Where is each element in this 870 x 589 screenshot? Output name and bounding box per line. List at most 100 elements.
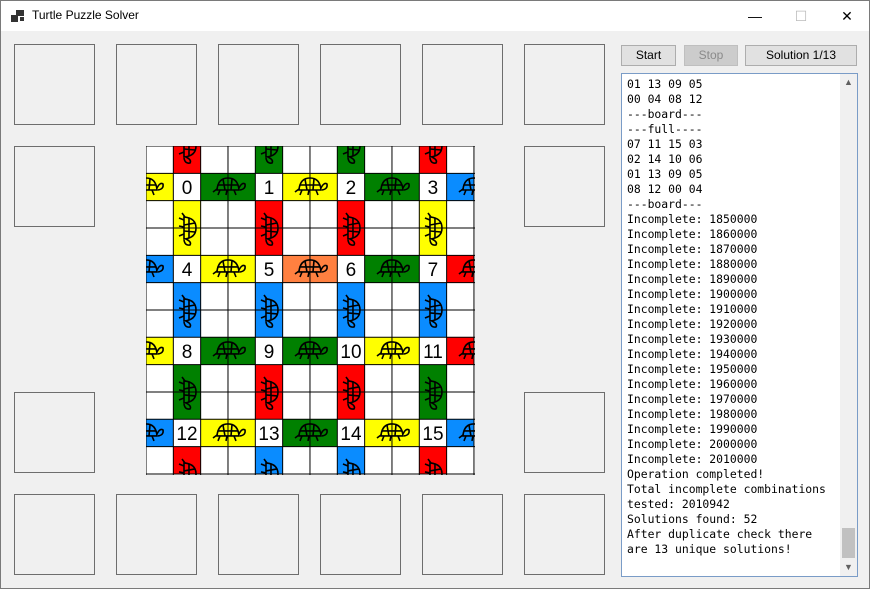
board-cell bbox=[309, 337, 338, 365]
log-line: ---full---- bbox=[627, 122, 703, 136]
log-scrollbar[interactable]: ▲ ▼ bbox=[840, 74, 857, 576]
log-line: are 13 unique solutions! bbox=[627, 542, 792, 556]
log-line: 00 04 08 12 bbox=[627, 92, 703, 106]
board-cell bbox=[227, 173, 256, 201]
log-line: Incomplete: 1950000 bbox=[627, 362, 758, 376]
board-cell bbox=[146, 419, 174, 447]
tile-number: 14 bbox=[340, 424, 362, 445]
board-cell bbox=[337, 391, 365, 420]
log-line: Incomplete: 1910000 bbox=[627, 302, 758, 316]
output-log[interactable]: 01 13 09 05 00 04 08 12 ---board--- ---full… bbox=[621, 73, 858, 577]
piece-slot[interactable] bbox=[422, 44, 503, 125]
log-line: Incomplete: 1980000 bbox=[627, 407, 758, 421]
board-cell bbox=[391, 255, 420, 283]
board-cell bbox=[173, 146, 201, 174]
log-text: 01 13 09 05 00 04 08 12 ---board--- ---full… bbox=[627, 77, 839, 557]
tile-number: 7 bbox=[428, 260, 439, 281]
window-title: Turtle Puzzle Solver bbox=[32, 8, 139, 22]
log-line: Incomplete: 1870000 bbox=[627, 242, 758, 256]
log-line: Incomplete: 1890000 bbox=[627, 272, 758, 286]
tile-number: 15 bbox=[422, 424, 443, 445]
board-cell bbox=[255, 146, 283, 174]
piece-slot[interactable] bbox=[14, 44, 95, 125]
tile-number: 3 bbox=[428, 178, 439, 199]
board-cell bbox=[309, 255, 338, 283]
log-line: Incomplete: 1860000 bbox=[627, 227, 758, 241]
piece-slot[interactable] bbox=[320, 44, 401, 125]
piece-slot[interactable] bbox=[116, 494, 197, 575]
scroll-thumb[interactable] bbox=[842, 528, 855, 558]
maximize-button[interactable]: ☐ bbox=[778, 1, 824, 31]
piece-slot[interactable] bbox=[218, 494, 299, 575]
tile-number: 9 bbox=[264, 342, 275, 363]
solution-button[interactable]: Solution 1/13 bbox=[745, 45, 857, 66]
log-line: 01 13 09 05 bbox=[627, 77, 703, 91]
board-cell bbox=[309, 173, 338, 201]
piece-slot[interactable] bbox=[524, 392, 605, 473]
board-cell bbox=[255, 309, 283, 338]
log-line: Incomplete: 1880000 bbox=[627, 257, 758, 271]
piece-slot[interactable] bbox=[524, 146, 605, 227]
log-line: 07 11 15 03 bbox=[627, 137, 703, 151]
log-line: Total incomplete combinations bbox=[627, 482, 826, 496]
log-line: Incomplete: 1920000 bbox=[627, 317, 758, 331]
tile-number: 1 bbox=[264, 178, 275, 199]
piece-slot[interactable] bbox=[14, 146, 95, 227]
log-line: Incomplete: 1970000 bbox=[627, 392, 758, 406]
tile-number: 5 bbox=[264, 260, 275, 281]
board-cell bbox=[146, 337, 174, 365]
scroll-down-icon[interactable]: ▼ bbox=[840, 559, 857, 576]
log-line: ---board--- bbox=[627, 197, 703, 211]
board-cell bbox=[255, 227, 283, 256]
board-cell bbox=[419, 309, 447, 338]
piece-slot[interactable] bbox=[14, 392, 95, 473]
board-cell bbox=[391, 173, 420, 201]
piece-slot[interactable] bbox=[524, 44, 605, 125]
start-button[interactable]: Start bbox=[621, 45, 676, 66]
board-cell bbox=[337, 146, 365, 174]
log-line: Operation completed! bbox=[627, 467, 765, 481]
minimize-button[interactable]: — bbox=[732, 1, 778, 31]
board-cell bbox=[337, 227, 365, 256]
log-line: 02 14 10 06 bbox=[627, 152, 703, 166]
title-bar: Turtle Puzzle Solver — ☐ ✕ bbox=[1, 1, 869, 31]
log-line: Incomplete: 2000000 bbox=[627, 437, 758, 451]
log-line: Incomplete: 1990000 bbox=[627, 422, 758, 436]
tile-number: 11 bbox=[423, 342, 443, 363]
board-cell bbox=[255, 391, 283, 420]
piece-slot[interactable] bbox=[116, 44, 197, 125]
tile-number: 4 bbox=[182, 260, 193, 281]
log-line: Incomplete: 1930000 bbox=[627, 332, 758, 346]
board-cell bbox=[337, 309, 365, 338]
log-line: Incomplete: 1940000 bbox=[627, 347, 758, 361]
board-cell bbox=[146, 255, 174, 283]
piece-slot[interactable] bbox=[320, 494, 401, 575]
puzzle-board: 0 1 2 34 5 6 78 9 10 1112 13 14 15 bbox=[146, 146, 475, 475]
log-line: ---board--- bbox=[627, 107, 703, 121]
board-cell bbox=[419, 391, 447, 420]
board-cell bbox=[391, 337, 420, 365]
piece-slot[interactable] bbox=[14, 494, 95, 575]
board-cell bbox=[173, 227, 201, 256]
log-line: Solutions found: 52 bbox=[627, 512, 758, 526]
close-button[interactable]: ✕ bbox=[824, 1, 869, 31]
piece-slot[interactable] bbox=[218, 44, 299, 125]
board-cell bbox=[391, 419, 420, 447]
board-cell bbox=[173, 391, 201, 420]
app-window: Turtle Puzzle Solver — ☐ ✕ 0 1 2 3 4 5 6 7 8 9 10 1… bbox=[0, 0, 870, 589]
piece-slot[interactable] bbox=[422, 494, 503, 575]
tile-number: 0 bbox=[182, 178, 193, 199]
tile-number: 6 bbox=[346, 260, 357, 281]
log-line: 01 13 09 05 bbox=[627, 167, 703, 181]
scroll-up-icon[interactable]: ▲ bbox=[840, 74, 857, 91]
log-line: Incomplete: 1850000 bbox=[627, 212, 758, 226]
board-cell bbox=[419, 227, 447, 256]
board-cell bbox=[227, 419, 256, 447]
log-line: Incomplete: 1960000 bbox=[627, 377, 758, 391]
piece-slot[interactable] bbox=[524, 494, 605, 575]
board-cell bbox=[146, 173, 174, 201]
board-cell bbox=[227, 255, 256, 283]
stop-button[interactable]: Stop bbox=[684, 45, 738, 66]
log-line: tested: 2010942 bbox=[627, 497, 730, 511]
tile-number: 12 bbox=[176, 424, 197, 445]
